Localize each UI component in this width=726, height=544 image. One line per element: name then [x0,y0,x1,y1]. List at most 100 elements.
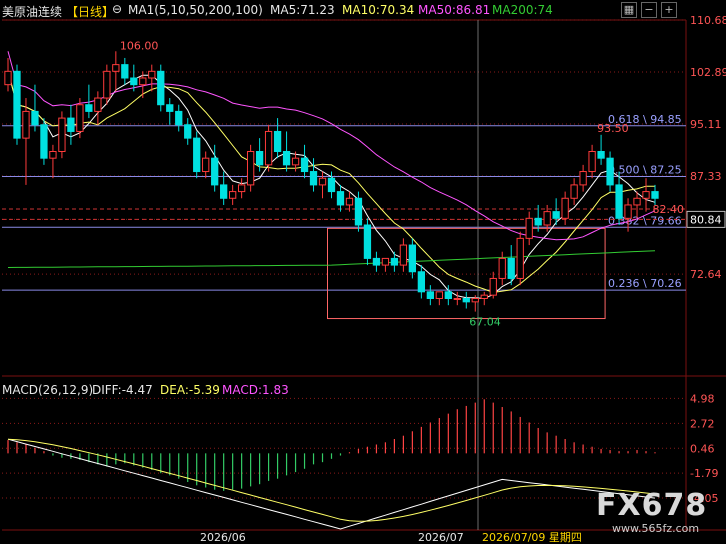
candle-body [13,70,21,139]
candle-body [264,130,273,166]
candle-body [444,291,452,299]
macd-diff: DIFF:-4.47 [92,383,153,397]
candle-body [426,291,434,299]
candle [148,64,156,92]
macd-dea: DEA:-5.39 [160,383,220,397]
candle [606,151,614,192]
candle-body [507,257,515,279]
watermark-brand: FX678 [596,488,708,523]
minus-icon[interactable]: − [641,2,657,18]
candle [498,251,506,286]
plus-icon[interactable]: + [661,2,677,18]
candle [273,118,282,159]
candle-body [534,217,542,226]
candle-body [211,157,219,186]
candle [363,218,372,266]
candle-body [381,257,390,266]
candle-body [22,110,30,139]
candle-body [220,184,228,199]
candle [300,144,309,179]
ma200-line [7,250,656,268]
candle-body [417,271,426,293]
swing-high-annotation: 93.50 [597,122,629,135]
candle-body [175,110,183,126]
candle-body [327,177,336,193]
candle-body [570,184,578,199]
candle-body [642,191,650,199]
candle-body [291,157,300,166]
candle-body [273,130,282,152]
candle [4,57,12,92]
candle-body [480,294,488,299]
candle [525,211,533,246]
settings-icon[interactable]: ⊖ [112,2,122,16]
candle [399,238,408,272]
candle-body [121,64,129,79]
price-tick-label: 102.89 [690,66,726,79]
candle-body [543,211,551,226]
candle [642,178,650,212]
ma10-value: MA10:70.34 [342,3,415,17]
candle [166,98,174,125]
candle [588,144,596,179]
candle [615,171,623,225]
candle [489,271,497,299]
candle-body [597,150,605,159]
candle-body [651,191,659,199]
ma50-value: MA50:86.81 [418,3,491,17]
macd-tick-label: 2.72 [690,417,715,430]
candle-body [229,191,237,199]
candle-body [579,171,587,186]
candle [193,131,201,179]
macd-diff-line [7,438,656,530]
candle [336,184,345,212]
candle-body [148,70,156,79]
candle-body [166,104,174,112]
candle-body [354,197,363,226]
watermark-site: www.565fz.com [612,522,700,535]
candle-body [184,124,192,139]
macd-dea-line [7,438,656,522]
candle [67,104,75,145]
candle [175,104,183,132]
current-price-label: 80.84 [690,213,722,226]
candle [264,124,273,172]
candle-body [112,64,120,72]
candle-body [462,297,470,303]
ma200-value: MA200:74 [492,3,553,17]
candle-body [4,70,12,86]
candle-body [31,110,39,126]
candle-body [552,211,560,219]
period-label[interactable]: 【日线】 [66,3,114,20]
macd-tick-label: 0.46 [690,442,715,455]
candle [202,151,210,179]
candle-body [624,204,632,219]
candle-body [498,257,506,279]
price-chart[interactable]: 110.68102.8995.1187.3380.8472.640.618 \ … [0,0,726,544]
candle-body [399,244,408,266]
candle-body [255,150,264,166]
level-annotation: 82.40 [653,203,685,216]
candle [58,111,66,159]
candle-body [561,197,569,219]
candle [480,291,488,306]
candle [40,118,48,165]
candle-body [363,224,372,259]
candle-body [157,70,165,106]
candle [255,138,264,172]
candle [49,144,57,179]
candle-body [318,177,327,186]
candle-body [372,257,381,266]
candle [579,164,587,192]
candle [237,178,246,199]
candle-body [615,184,623,219]
grid-icon[interactable]: ▦ [621,2,637,18]
candle-body [606,157,614,186]
candle [246,144,255,192]
candle-body [40,124,48,159]
candle [103,64,111,105]
candle-body [471,297,479,303]
candle-body [408,244,417,273]
candle-body [489,277,497,296]
ma5-value: MA5:71.23 [270,3,335,17]
